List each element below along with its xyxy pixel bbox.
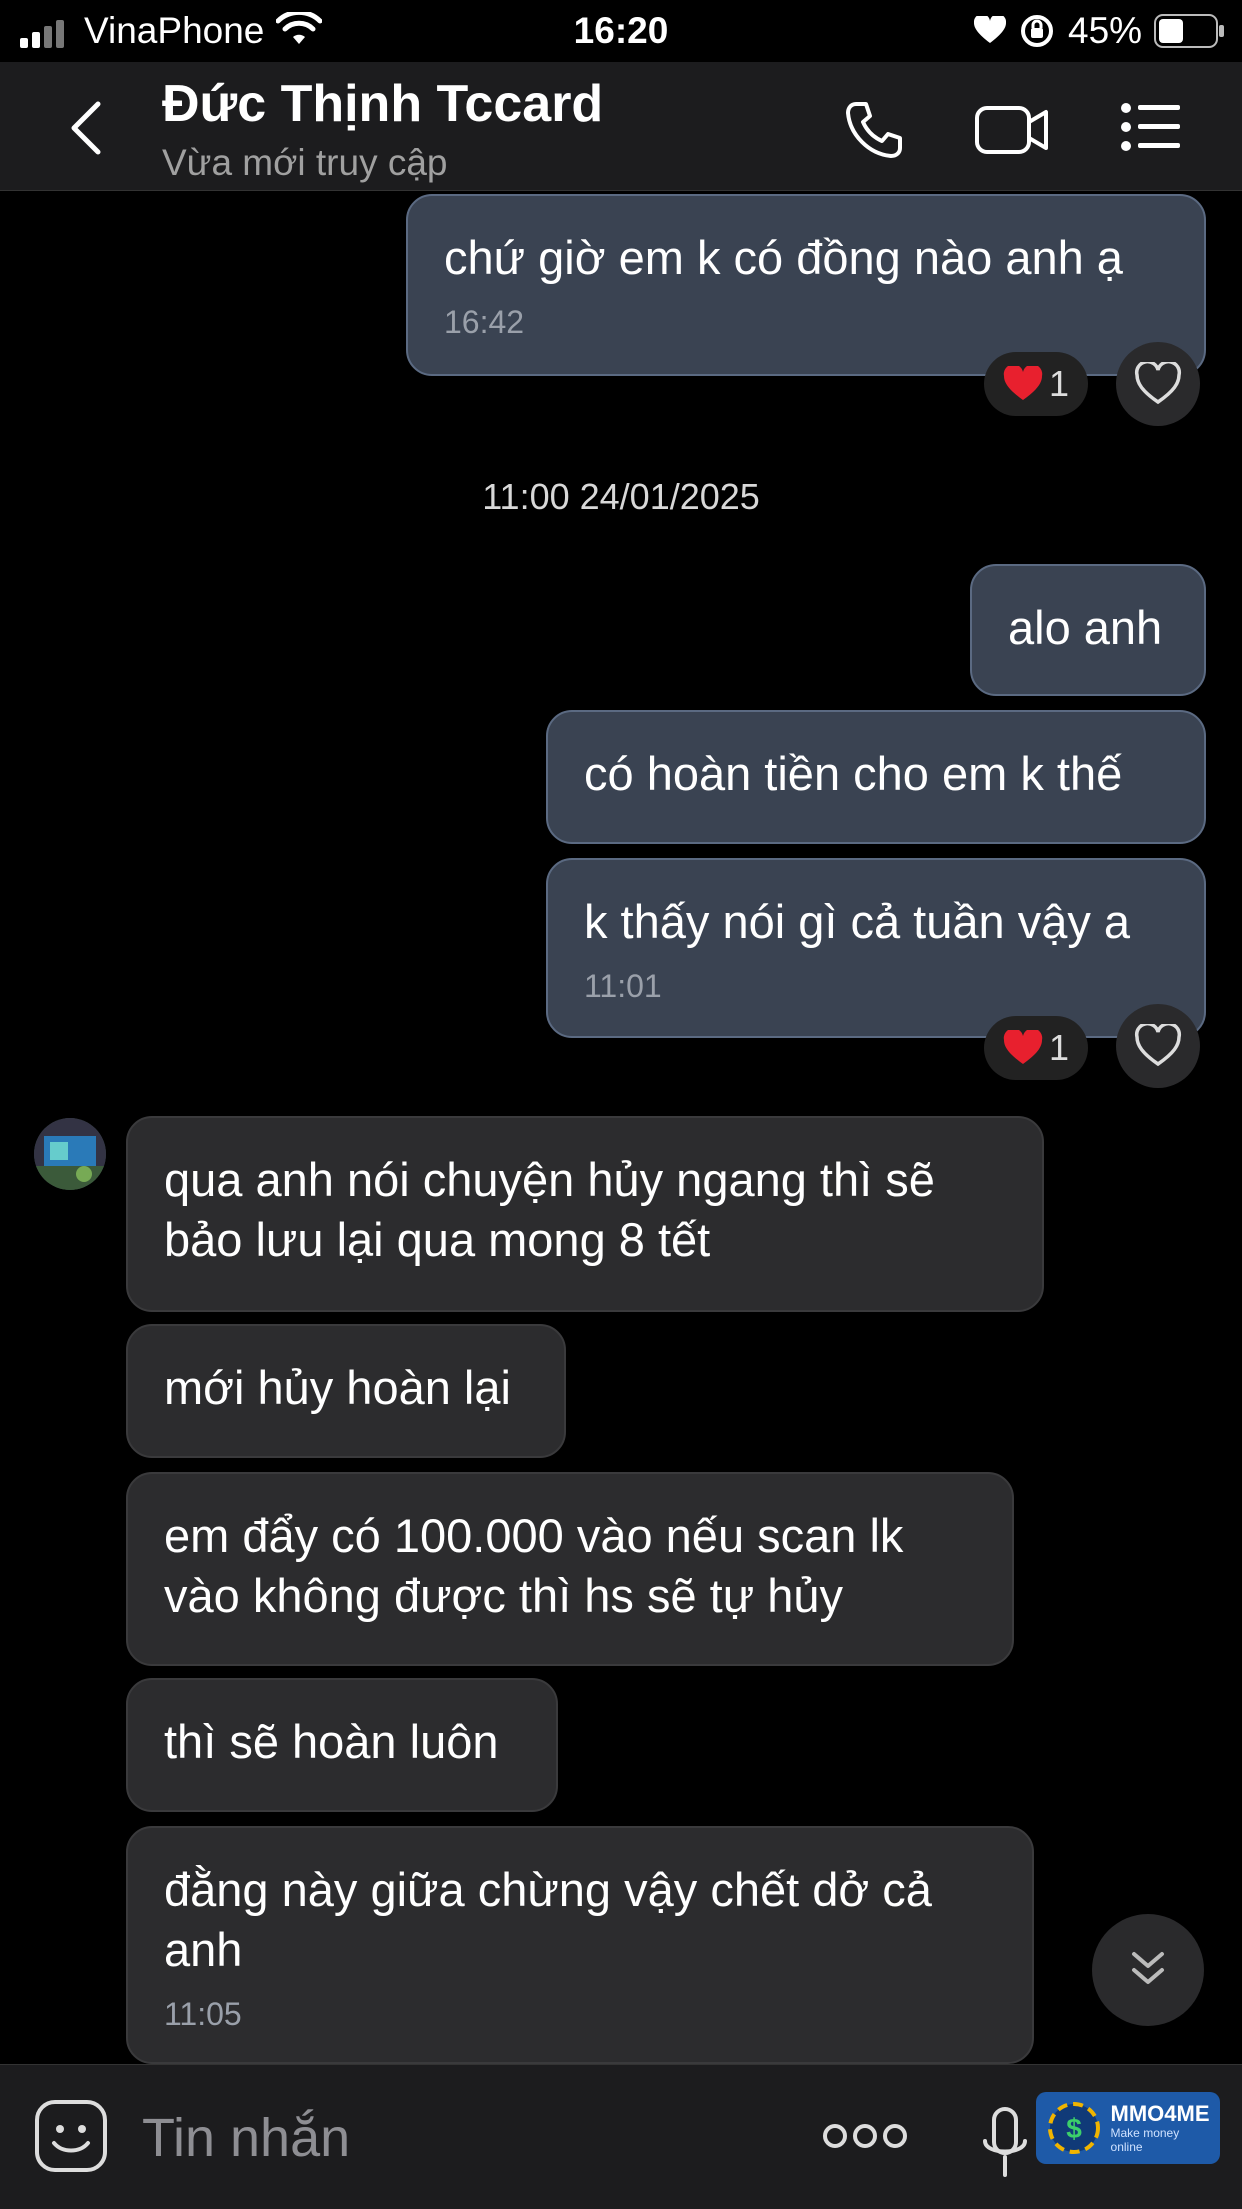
message-text-line: qua anh nói chuyện hủy ngang thì sẽ bbox=[164, 1153, 935, 1206]
message-text-line: anh bbox=[164, 1923, 243, 1976]
phone-call-icon[interactable] bbox=[842, 98, 906, 162]
message-text: k thấy nói gì cả tuần vậy a bbox=[584, 895, 1131, 948]
message-text: alo anh bbox=[1008, 601, 1163, 654]
rotation-lock-icon bbox=[1021, 15, 1053, 47]
message-bubble-incoming[interactable]: em đẩy có 100.000 vào nếu scan lk vào kh… bbox=[126, 1472, 1014, 1666]
date-separator: 11:00 24/01/2025 bbox=[482, 476, 760, 517]
reaction-count: 1 bbox=[1048, 363, 1070, 404]
chat-header: Đức Thịnh Tccard Vừa mới truy cập bbox=[0, 62, 1242, 191]
message-bubble-incoming[interactable]: thì sẽ hoàn luôn bbox=[126, 1678, 558, 1812]
double-chevron-down-icon bbox=[1132, 1952, 1164, 1984]
watermark-brand: MMO4ME bbox=[1110, 2101, 1210, 2126]
heart-reaction-icon bbox=[1003, 366, 1043, 400]
microphone-icon[interactable] bbox=[980, 2105, 1030, 2181]
contact-name[interactable]: Đức Thịnh Tccard bbox=[162, 74, 603, 134]
message-text: có hoàn tiền cho em k thế bbox=[584, 747, 1123, 800]
message-bubble-outgoing[interactable]: alo anh bbox=[970, 564, 1206, 696]
heart-outline-icon bbox=[1134, 1024, 1182, 1067]
scroll-to-bottom-button[interactable] bbox=[1092, 1914, 1204, 2026]
message-text-line: đằng này giữa chừng vậy chết dở cả bbox=[164, 1863, 932, 1916]
message-text: thì sẽ hoàn luôn bbox=[164, 1715, 499, 1768]
message-text-line: vào không được thì hs sẽ tự hủy bbox=[164, 1569, 843, 1622]
message-bubble-outgoing[interactable]: chứ giờ em k có đồng nào anh ạ 16:42 bbox=[406, 194, 1206, 376]
reaction-badge[interactable]: 1 bbox=[984, 352, 1088, 416]
message-text: mới hủy hoàn lại bbox=[164, 1361, 511, 1414]
message-time: 11:05 bbox=[164, 1996, 242, 2032]
message-bubble-incoming[interactable]: mới hủy hoàn lại bbox=[126, 1324, 566, 1458]
message-text-line: em đẩy có 100.000 vào nếu scan lk bbox=[164, 1509, 904, 1562]
message-bubble-outgoing[interactable]: k thấy nói gì cả tuần vậy a 11:01 bbox=[546, 858, 1206, 1038]
react-button[interactable] bbox=[1116, 1004, 1200, 1088]
message-text: chứ giờ em k có đồng nào anh ạ bbox=[444, 231, 1123, 284]
svg-text:$: $ bbox=[1066, 2113, 1082, 2144]
dollar-coin-icon: $ bbox=[1048, 2102, 1100, 2154]
message-input[interactable] bbox=[140, 2105, 744, 2171]
message-text-line: bảo lưu lại qua mong 8 tết bbox=[164, 1213, 711, 1266]
reaction-count: 1 bbox=[1048, 1027, 1070, 1068]
watermark-tagline: Make money online bbox=[1110, 2126, 1180, 2154]
presence-status: Vừa mới truy cập bbox=[162, 142, 448, 183]
message-bubble-incoming[interactable]: qua anh nói chuyện hủy ngang thì sẽ bảo … bbox=[126, 1116, 1044, 1312]
heart-status-icon bbox=[974, 16, 1006, 43]
react-button[interactable] bbox=[1116, 342, 1200, 426]
message-time: 16:42 bbox=[444, 304, 525, 340]
heart-reaction-icon bbox=[1003, 1030, 1043, 1064]
message-time: 11:01 bbox=[584, 968, 662, 1004]
video-call-icon[interactable] bbox=[974, 102, 1050, 158]
message-bubble-outgoing[interactable]: có hoàn tiền cho em k thế bbox=[546, 710, 1206, 844]
menu-list-icon[interactable] bbox=[1120, 102, 1182, 152]
battery-icon bbox=[1154, 14, 1224, 48]
back-chevron-icon[interactable] bbox=[68, 100, 104, 156]
clock: 16:20 bbox=[573, 10, 669, 51]
battery-percent: 45% bbox=[1068, 10, 1143, 51]
reaction-badge[interactable]: 1 bbox=[984, 1016, 1088, 1080]
message-bubble-incoming[interactable]: đằng này giữa chừng vậy chết dở cả anh 1… bbox=[126, 1826, 1034, 2064]
more-options-icon[interactable] bbox=[822, 2121, 908, 2151]
status-bar: VinaPhone 16:20 45% bbox=[0, 0, 1242, 62]
sticker-icon[interactable] bbox=[34, 2099, 108, 2173]
heart-outline-icon bbox=[1134, 362, 1182, 405]
avatar-photo bbox=[34, 1118, 106, 1190]
watermark-logo: $ MMO4ME Make money online bbox=[1036, 2092, 1220, 2164]
contact-avatar[interactable] bbox=[34, 1118, 106, 1190]
